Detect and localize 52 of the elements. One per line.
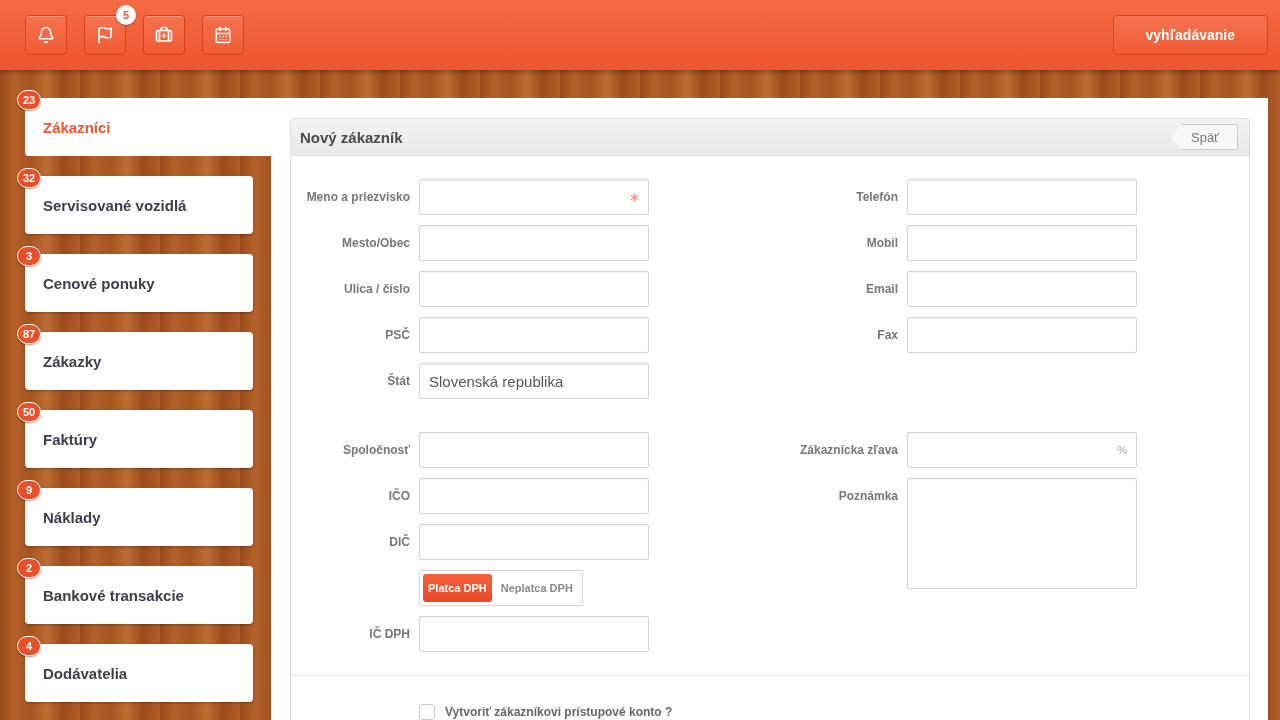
- count-badge: 23: [17, 90, 41, 110]
- input-field[interactable]: Slovenská republika: [419, 363, 649, 399]
- field-label: Poznámka: [837, 488, 898, 505]
- checkbox[interactable]: [419, 704, 435, 720]
- field-label: PSČ: [384, 326, 410, 344]
- count-badge: 5: [116, 5, 136, 25]
- input-field[interactable]: [907, 179, 1137, 215]
- toolbar-button[interactable]: [143, 15, 185, 55]
- count-badge: 32: [17, 168, 41, 188]
- input-field[interactable]: [419, 179, 649, 215]
- input-field[interactable]: [419, 616, 649, 652]
- input-field[interactable]: [907, 225, 1137, 261]
- field-label: Mobil: [865, 235, 898, 252]
- field-label: Zákaznícka zľava: [799, 442, 898, 459]
- calendar-icon: [214, 26, 232, 44]
- field-label: DIČ: [388, 533, 410, 551]
- field-label: Spoločnosť: [341, 442, 410, 459]
- toggle-option[interactable]: Neplatca DPH: [495, 574, 578, 602]
- count-badge: 50: [17, 402, 41, 422]
- count-badge: 4: [17, 636, 41, 656]
- toggle-option[interactable]: Platca DPH: [423, 574, 492, 602]
- field-label: Ulica / číslo: [342, 281, 410, 298]
- checkbox-label: Vytvoriť zákazníkovi prístupové konto ?: [445, 705, 673, 719]
- field-label: Štát: [386, 372, 410, 390]
- field-label: Meno a priezvisko: [305, 189, 410, 206]
- input-field[interactable]: [907, 271, 1137, 307]
- bell-icon: [37, 26, 55, 44]
- count-badge: 3: [17, 246, 41, 266]
- count-badge: 87: [17, 324, 41, 344]
- field-label: Mesto/Obec: [341, 235, 410, 252]
- note-field[interactable]: [907, 478, 1137, 589]
- input-field[interactable]: [419, 317, 649, 353]
- toolbar-button[interactable]: [202, 15, 244, 55]
- input-field[interactable]: [419, 271, 649, 307]
- field-label: Telefón: [855, 189, 898, 206]
- form-title: Nový zákazník: [300, 128, 403, 146]
- flag-icon: [96, 26, 114, 44]
- input-field[interactable]: [419, 478, 649, 514]
- first-aid-kit-icon: [155, 26, 173, 44]
- input-field[interactable]: [907, 317, 1137, 353]
- count-badge: 2: [17, 558, 41, 578]
- input-field[interactable]: [419, 432, 649, 468]
- input-field[interactable]: [419, 225, 649, 261]
- toolbar-button[interactable]: [25, 15, 67, 55]
- back-button[interactable]: Späť: [1170, 124, 1238, 150]
- percent-suffix: %: [1117, 444, 1127, 456]
- field-label: Email: [865, 281, 898, 298]
- count-badge: 9: [17, 480, 41, 500]
- input-field[interactable]: [419, 524, 649, 560]
- field-label: IČO: [387, 487, 410, 505]
- field-label: IČ DPH: [368, 625, 410, 643]
- field-label: Fax: [876, 327, 898, 344]
